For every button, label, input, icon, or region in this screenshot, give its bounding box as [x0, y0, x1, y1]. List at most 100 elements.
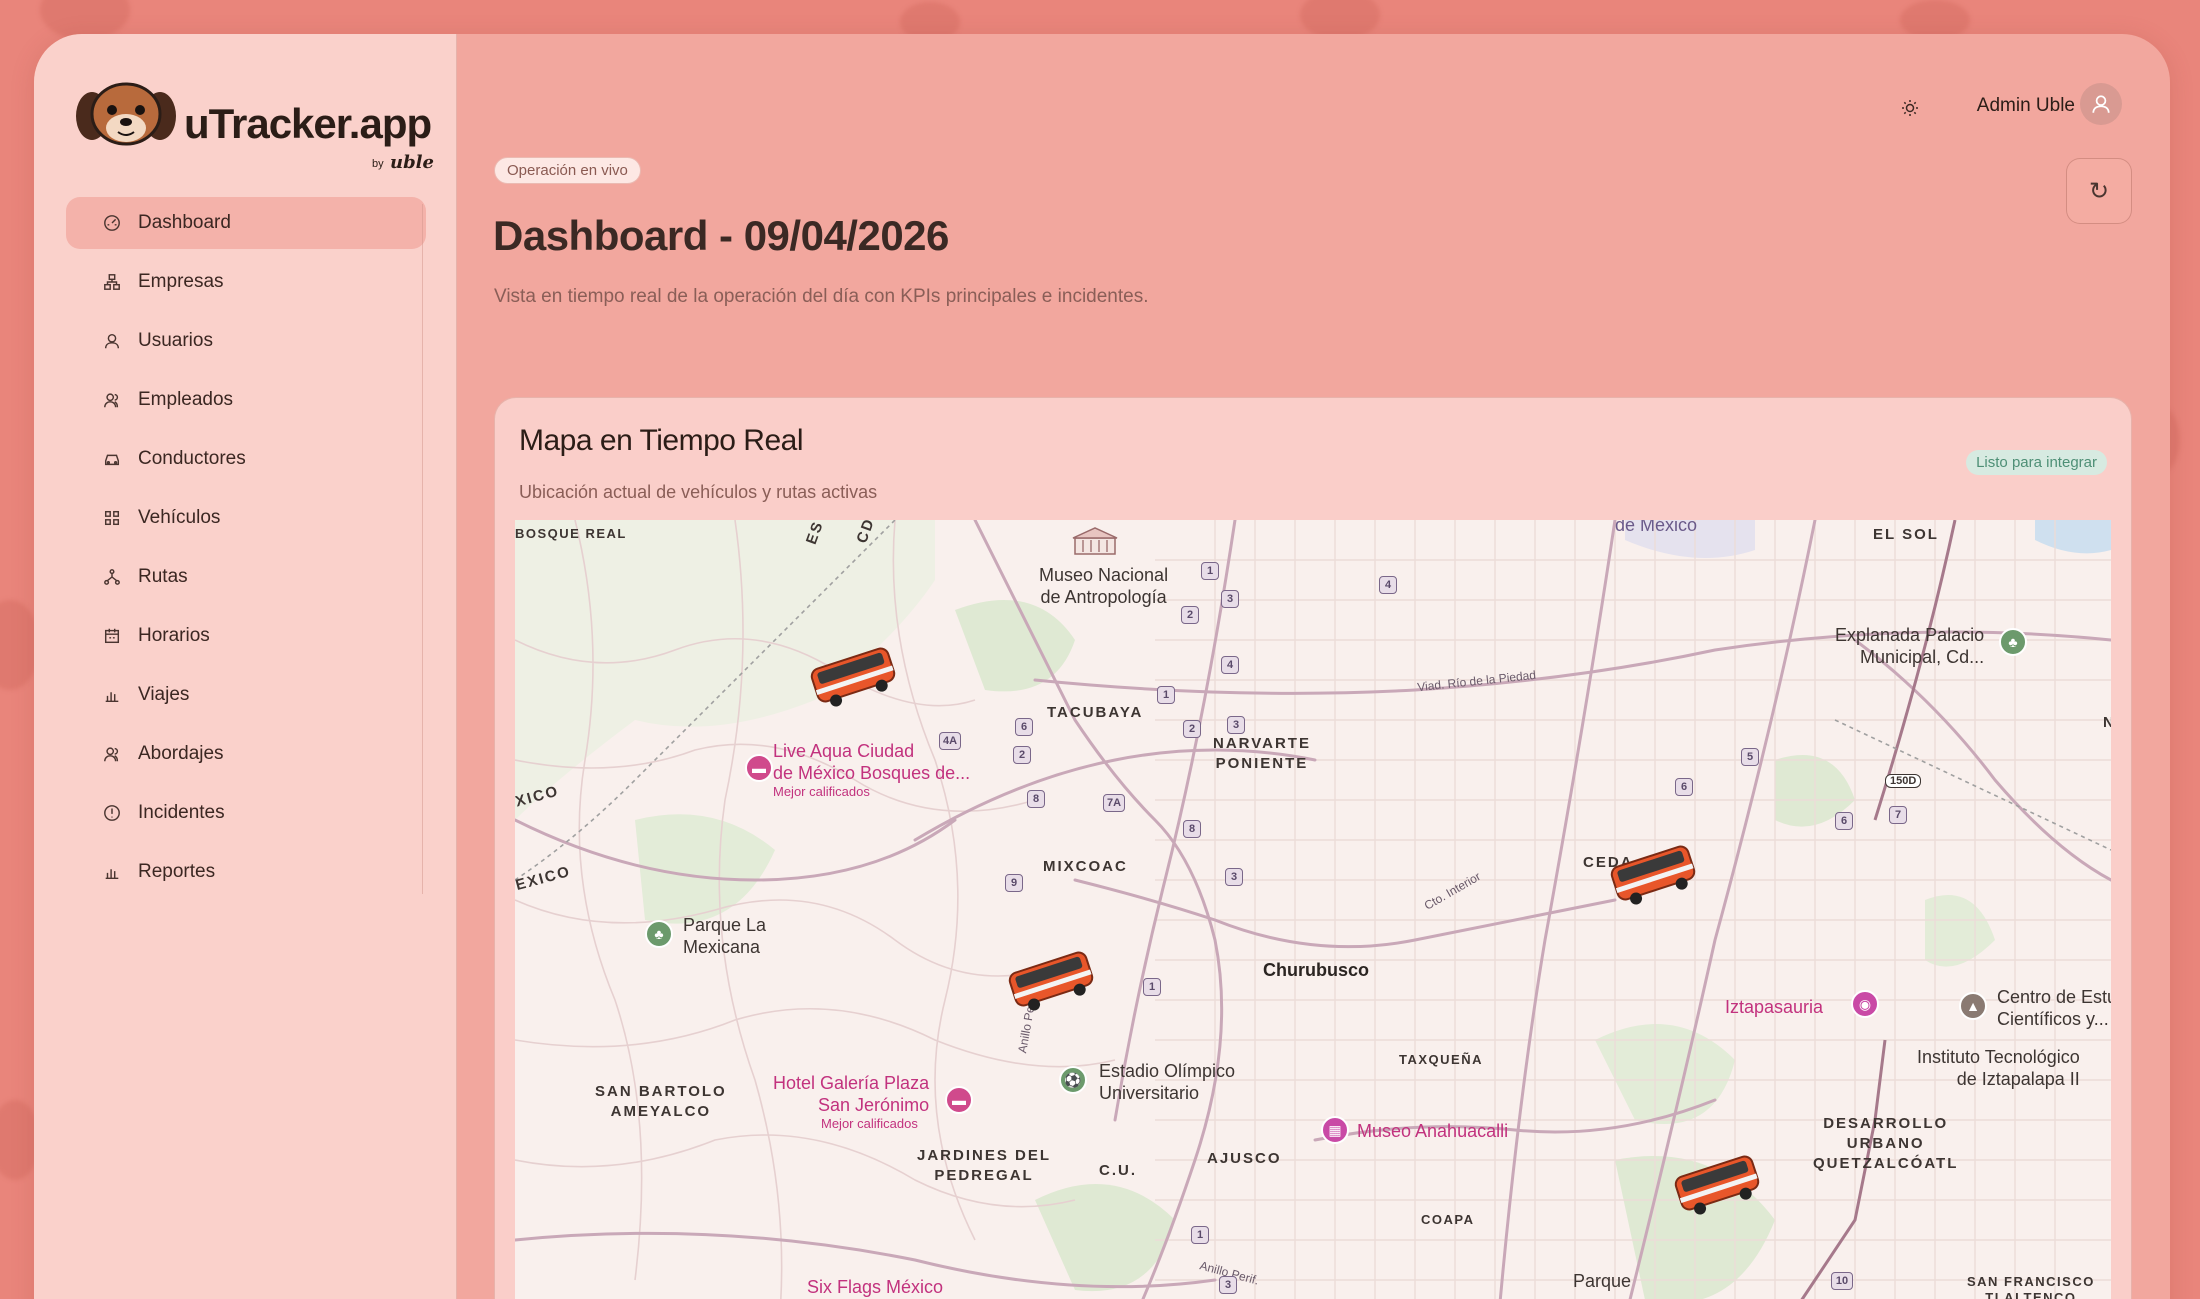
- sidebar-item-empresas[interactable]: Empresas: [66, 256, 426, 308]
- sidebar-divider: [422, 204, 423, 894]
- main-content: Admin Uble ↻ Operación en vivo Dashboard…: [457, 34, 2170, 1299]
- map-label-coapa: COAPA: [1421, 1212, 1475, 1227]
- dashboard-icon: [102, 213, 122, 233]
- bus-vehicle-icon[interactable]: [1669, 1148, 1765, 1218]
- brand-logo[interactable]: uTracker.app by uble: [72, 78, 434, 188]
- dog-logo-icon: [76, 82, 176, 146]
- sidebar-item-dashboard[interactable]: Dashboard: [66, 197, 426, 249]
- hotel-pin-icon[interactable]: ▬: [945, 1086, 973, 1114]
- refresh-button[interactable]: ↻: [2066, 158, 2132, 224]
- route-marker[interactable]: 5: [1741, 748, 1759, 766]
- map-label-mixcoac: MIXCOAC: [1043, 858, 1128, 875]
- theme-toggle-button[interactable]: [1896, 94, 1924, 122]
- route-marker[interactable]: 1: [1143, 978, 1161, 996]
- route-marker[interactable]: 8: [1183, 820, 1201, 838]
- user-icon: [102, 331, 122, 351]
- map-label-de-mexico: de México: [1615, 520, 1698, 535]
- hotel-pin-icon[interactable]: ▬: [745, 754, 773, 782]
- route-marker[interactable]: 1: [1191, 1226, 1209, 1244]
- user-name[interactable]: Admin Uble: [1977, 95, 2075, 117]
- map-label-jardines: JARDINES DEL PEDREGAL: [917, 1147, 1052, 1184]
- stadium-pin-icon[interactable]: ⚽: [1059, 1066, 1087, 1094]
- page-title: Dashboard - 09/04/2026: [493, 212, 949, 259]
- sidebar-item-conductores[interactable]: Conductores: [66, 433, 426, 485]
- map-label-instituto: Instituto Tecnológico de Iztapalapa II: [1917, 1047, 2080, 1089]
- brand-maker: uble: [390, 152, 434, 173]
- sidebar-item-horarios[interactable]: Horarios: [66, 610, 426, 662]
- sidebar-item-label: Horarios: [138, 625, 210, 646]
- integration-status-badge: Listo para integrar: [1966, 450, 2107, 475]
- sidebar-item-incidentes[interactable]: Incidentes: [66, 787, 426, 839]
- map-label-hotel-sub: Mejor calificados: [821, 1116, 918, 1131]
- map-label-churubusco: Churubusco: [1263, 960, 1369, 980]
- map-label-parque-la-mexicana: Parque La Mexicana: [683, 915, 767, 957]
- sidebar-item-label: Empleados: [138, 389, 234, 410]
- route-marker[interactable]: 1: [1201, 562, 1219, 580]
- map-label-tacubaya: TACUBAYA: [1047, 704, 1144, 721]
- map-label-hotel-galeria: Hotel Galería Plaza San Jerónimo: [773, 1073, 930, 1115]
- bus-vehicle-icon[interactable]: [805, 640, 901, 710]
- route-marker[interactable]: 3: [1219, 1276, 1237, 1294]
- route-marker[interactable]: 2: [1183, 720, 1201, 738]
- route-marker[interactable]: 6: [1015, 718, 1033, 736]
- map-label-san-bartolo: SAN BARTOLO AMEYALCO: [595, 1083, 727, 1120]
- attraction-pin-icon[interactable]: ◉: [1851, 990, 1879, 1018]
- sidebar-item-label: Viajes: [138, 684, 190, 705]
- sidebar-item-label: Vehículos: [138, 507, 221, 528]
- route-marker[interactable]: 4: [1379, 576, 1397, 594]
- map-card-subtitle: Ubicación actual de vehículos y rutas ac…: [519, 482, 878, 502]
- sidebar-item-rutas[interactable]: Rutas: [66, 551, 426, 603]
- user-avatar-icon: [2092, 95, 2110, 113]
- sun-icon: [1902, 100, 1918, 116]
- sidebar-nav: Dashboard Empresas Usuarios Empleados Co…: [66, 197, 426, 905]
- route-marker[interactable]: 4A: [939, 732, 961, 750]
- map-label-desarrollo: DESARROLLO URBANO QUETZALCÓATL: [1813, 1115, 1959, 1172]
- route-marker[interactable]: 3: [1221, 590, 1239, 608]
- bus-vehicle-icon[interactable]: [1605, 838, 1701, 908]
- sidebar-item-empleados[interactable]: Empleados: [66, 374, 426, 426]
- route-marker[interactable]: 3: [1225, 868, 1243, 886]
- route-marker[interactable]: 7: [1889, 806, 1907, 824]
- route-marker[interactable]: 7A: [1103, 794, 1125, 812]
- map-label-ajusco: AJUSCO: [1207, 1150, 1282, 1167]
- route-marker[interactable]: 10: [1831, 1272, 1853, 1290]
- sidebar-item-abordajes[interactable]: Abordajes: [66, 728, 426, 780]
- map-card-title: Mapa en Tiempo Real: [519, 424, 804, 457]
- brand-name: uTracker.app: [184, 100, 432, 147]
- route-marker[interactable]: 9: [1005, 874, 1023, 892]
- users-icon: [102, 744, 122, 764]
- school-pin-icon[interactable]: ▲: [1959, 992, 1987, 1020]
- app-window: uTracker.app by uble Dashboard Empresas …: [34, 34, 2170, 1299]
- map-label-estadio: Estadio Olímpico Universitario: [1099, 1061, 1236, 1103]
- route-marker[interactable]: 6: [1675, 778, 1693, 796]
- route-marker[interactable]: 2: [1181, 606, 1199, 624]
- users-icon: [102, 390, 122, 410]
- route-marker[interactable]: 6: [1835, 812, 1853, 830]
- sidebar-item-vehiculos[interactable]: Vehículos: [66, 492, 426, 544]
- sidebar-item-reportes[interactable]: Reportes: [66, 846, 426, 898]
- route-icon: [102, 567, 122, 587]
- bus-vehicle-icon[interactable]: [1003, 944, 1099, 1014]
- avatar[interactable]: [2080, 83, 2122, 125]
- map-label-cu: C.U.: [1099, 1162, 1137, 1179]
- live-status-badge: Operación en vivo: [494, 157, 641, 184]
- route-marker[interactable]: 8: [1027, 790, 1045, 808]
- live-map[interactable]: BOSQUE REAL ES CD Museo Nacional de Antr…: [515, 520, 2111, 1299]
- park-pin-icon[interactable]: ♣: [645, 920, 673, 948]
- brand-by: by: [372, 158, 384, 170]
- bar-chart-icon: [102, 862, 122, 882]
- museum-pin-icon[interactable]: ▦: [1321, 1116, 1349, 1144]
- park-pin-icon[interactable]: ♣: [1999, 628, 2027, 656]
- map-label-museo-antropologia: Museo Nacional de Antropología: [1039, 565, 1169, 607]
- route-marker[interactable]: 4: [1221, 656, 1239, 674]
- sidebar-item-viajes[interactable]: Viajes: [66, 669, 426, 721]
- route-marker[interactable]: 3: [1227, 716, 1245, 734]
- sidebar-item-label: Dashboard: [138, 212, 231, 233]
- sidebar-item-usuarios[interactable]: Usuarios: [66, 315, 426, 367]
- map-label-taxquena: TAXQUEÑA: [1399, 1052, 1483, 1067]
- route-marker[interactable]: 1: [1157, 686, 1175, 704]
- route-marker[interactable]: 2: [1013, 746, 1031, 764]
- refresh-icon: ↻: [2088, 177, 2110, 205]
- map-label-narvarte: NARVARTE PONIENTE: [1213, 735, 1311, 772]
- sidebar: uTracker.app by uble Dashboard Empresas …: [34, 34, 457, 1299]
